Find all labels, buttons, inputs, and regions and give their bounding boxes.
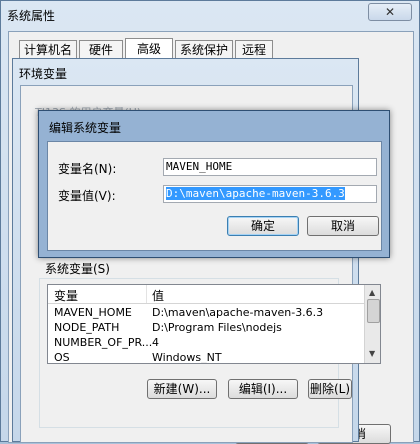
close-button[interactable]: ✕	[368, 3, 412, 21]
tab-advanced[interactable]: 高级	[125, 38, 173, 60]
table-row[interactable]: NODE_PATH D:\Program Files\nodejs	[48, 320, 364, 336]
edit-dialog-body: 变量名(N): MAVEN_HOME 变量值(V): D:\maven\apac…	[47, 141, 382, 251]
scroll-thumb[interactable]	[367, 299, 380, 323]
edit-dialog-title: 编辑系统变量	[49, 121, 122, 135]
tab-computer-name[interactable]: 计算机名	[19, 40, 77, 60]
edit-variable-button[interactable]: 编辑(I)...	[228, 379, 298, 399]
edit-system-variable-dialog: 编辑系统变量 变量名(N): MAVEN_HOME 变量值(V): D:\mav…	[38, 110, 390, 258]
variable-value-text: D:\maven\apache-maven-3.6.3	[166, 187, 345, 200]
table-row[interactable]: MAVEN_HOME D:\maven\apache-maven-3.6.3	[48, 305, 364, 321]
system-variables-list[interactable]: 变量 值 MAVEN_HOME D:\maven\apache-maven-3.…	[47, 284, 381, 364]
column-header-variable[interactable]: 变量	[54, 287, 78, 304]
edit-cancel-button[interactable]: 取消	[307, 216, 379, 236]
tab-hardware[interactable]: 硬件	[79, 40, 123, 60]
table-row[interactable]: OS Windows_NT	[48, 350, 364, 363]
edit-ok-button[interactable]: 确定	[227, 216, 299, 236]
scroll-down-icon[interactable]: ▼	[369, 349, 375, 358]
variable-value-field[interactable]: D:\maven\apache-maven-3.6.3	[163, 185, 377, 203]
table-row[interactable]: NUMBER_OF_PR... 4	[48, 335, 364, 351]
column-divider	[146, 285, 147, 303]
variable-name-label: 变量名(N):	[58, 162, 117, 176]
close-icon: ✕	[384, 5, 396, 19]
column-header-value[interactable]: 值	[152, 287, 164, 304]
new-variable-button[interactable]: 新建(W)...	[147, 379, 217, 399]
tab-system-protection[interactable]: 系统保护	[175, 40, 233, 60]
variable-name-field[interactable]: MAVEN_HOME	[163, 158, 377, 176]
delete-variable-button[interactable]: 删除(L)	[308, 379, 352, 399]
system-variables-label: 系统变量(S)	[45, 262, 110, 276]
list-header: 变量 值	[48, 285, 364, 304]
system-properties-title: 系统属性	[7, 9, 56, 23]
environment-variables-title: 环境变量	[19, 67, 68, 81]
tab-remote[interactable]: 远程	[235, 40, 273, 60]
variable-value-label: 变量值(V):	[58, 189, 116, 203]
scroll-up-icon[interactable]: ▲	[369, 288, 375, 297]
list-scrollbar[interactable]: ▲ ▼	[364, 285, 380, 363]
